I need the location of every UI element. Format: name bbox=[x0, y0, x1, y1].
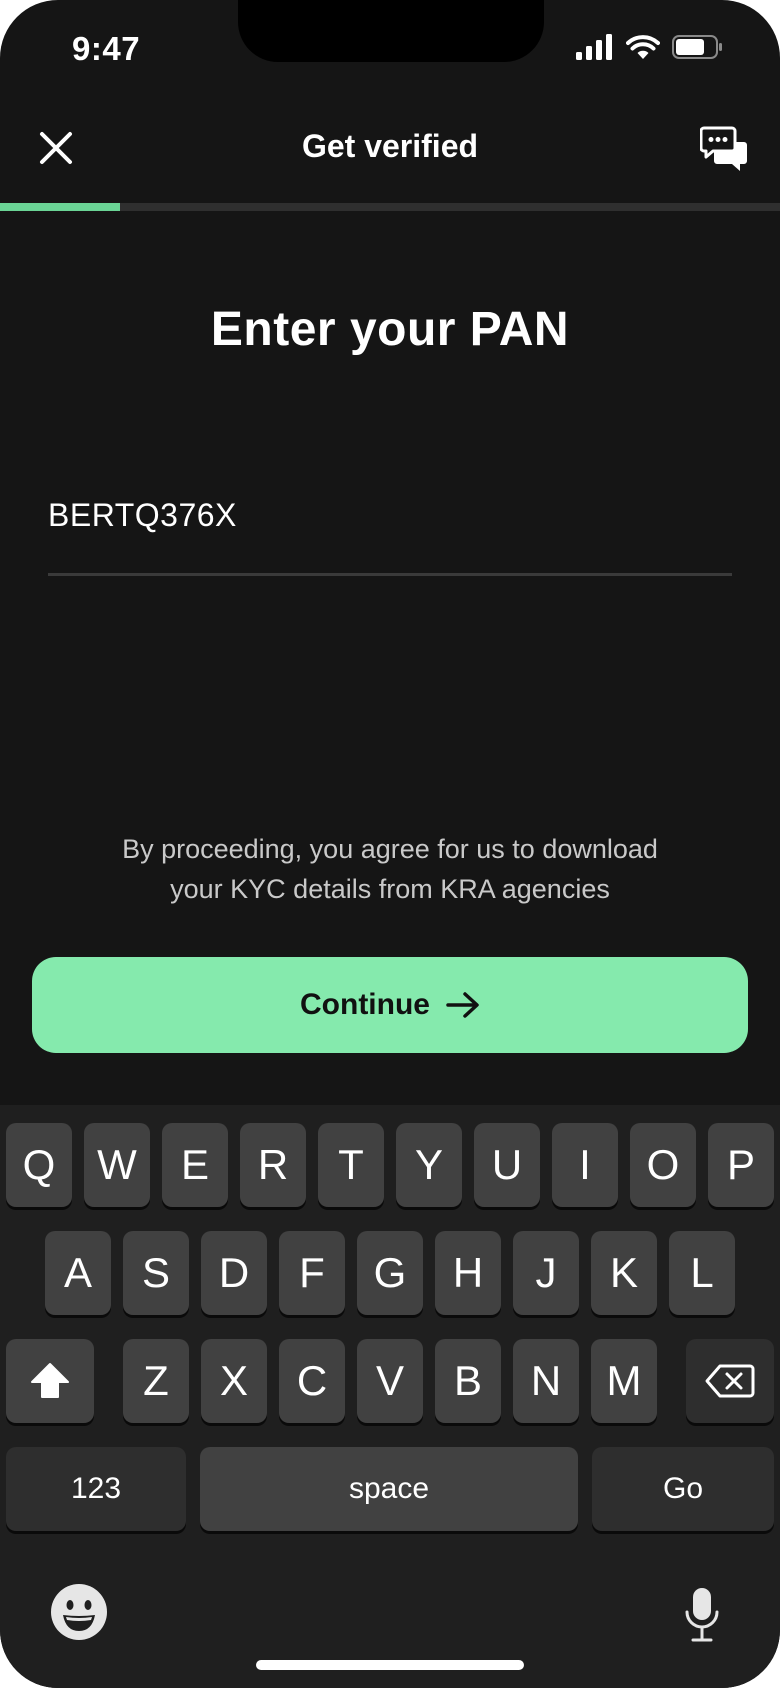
consent-line-2: your KYC details from KRA agencies bbox=[170, 874, 610, 904]
status-time: 9:47 bbox=[72, 30, 141, 67]
key-j[interactable]: J bbox=[513, 1231, 579, 1315]
go-key[interactable]: Go bbox=[592, 1447, 774, 1531]
progress-bar-fill bbox=[0, 203, 121, 211]
signal-icon bbox=[576, 34, 612, 60]
continue-button[interactable]: Continue bbox=[32, 957, 748, 1053]
key-h[interactable]: H bbox=[435, 1231, 501, 1315]
key-f[interactable]: F bbox=[279, 1231, 345, 1315]
dictation-button[interactable] bbox=[684, 1587, 720, 1643]
backspace-key[interactable] bbox=[686, 1339, 774, 1423]
key-t[interactable]: T bbox=[318, 1123, 384, 1207]
key-r[interactable]: R bbox=[240, 1123, 306, 1207]
key-p[interactable]: P bbox=[708, 1123, 774, 1207]
numbers-key[interactable]: 123 bbox=[6, 1447, 186, 1531]
key-g[interactable]: G bbox=[357, 1231, 423, 1315]
progress-bar bbox=[0, 203, 780, 211]
page-title: Get verified bbox=[301, 128, 479, 164]
key-u[interactable]: U bbox=[474, 1123, 540, 1207]
consent-line-1: By proceeding, you agree for us to downl… bbox=[122, 834, 658, 864]
keyboard: Q W E R T Y U I O P A S D F G H J K L Z … bbox=[0, 1105, 780, 1688]
shift-icon bbox=[31, 1363, 69, 1398]
pan-input-underline bbox=[48, 573, 732, 576]
pan-input[interactable] bbox=[48, 490, 732, 540]
microphone-icon bbox=[685, 1588, 719, 1642]
key-i[interactable]: I bbox=[552, 1123, 618, 1207]
shift-key[interactable] bbox=[6, 1339, 94, 1423]
key-y[interactable]: Y bbox=[396, 1123, 462, 1207]
key-x[interactable]: X bbox=[201, 1339, 267, 1423]
backspace-icon bbox=[705, 1364, 755, 1398]
key-e[interactable]: E bbox=[162, 1123, 228, 1207]
phone-screen: 9:47 Get verified Enter your PAN BERTQ37… bbox=[0, 0, 780, 1688]
consent-text: By proceeding, you agree for us to downl… bbox=[60, 829, 720, 909]
continue-button-label: Continue bbox=[300, 988, 430, 1021]
key-v[interactable]: V bbox=[357, 1339, 423, 1423]
key-c[interactable]: C bbox=[279, 1339, 345, 1423]
chat-icon bbox=[699, 126, 747, 171]
key-q[interactable]: Q bbox=[6, 1123, 72, 1207]
home-indicator bbox=[256, 1660, 524, 1670]
key-z[interactable]: Z bbox=[123, 1339, 189, 1423]
key-s[interactable]: S bbox=[123, 1231, 189, 1315]
key-l[interactable]: L bbox=[669, 1231, 735, 1315]
key-n[interactable]: N bbox=[513, 1339, 579, 1423]
key-k[interactable]: K bbox=[591, 1231, 657, 1315]
wifi-icon bbox=[626, 35, 660, 59]
arrow-right-icon bbox=[446, 992, 479, 1018]
status-icons bbox=[576, 34, 724, 60]
chat-button[interactable] bbox=[699, 126, 748, 172]
main-heading: Enter your PAN bbox=[210, 303, 570, 356]
emoji-button[interactable] bbox=[50, 1583, 108, 1641]
key-b[interactable]: B bbox=[435, 1339, 501, 1423]
key-d[interactable]: D bbox=[201, 1231, 267, 1315]
key-a[interactable]: A bbox=[45, 1231, 111, 1315]
emoji-icon bbox=[51, 1584, 107, 1640]
key-m[interactable]: M bbox=[591, 1339, 657, 1423]
space-key[interactable]: space bbox=[200, 1447, 578, 1531]
battery-icon bbox=[672, 35, 722, 59]
notch bbox=[238, 0, 544, 62]
key-o[interactable]: O bbox=[630, 1123, 696, 1207]
key-w[interactable]: W bbox=[84, 1123, 150, 1207]
top-bar: Get verified bbox=[0, 110, 780, 186]
